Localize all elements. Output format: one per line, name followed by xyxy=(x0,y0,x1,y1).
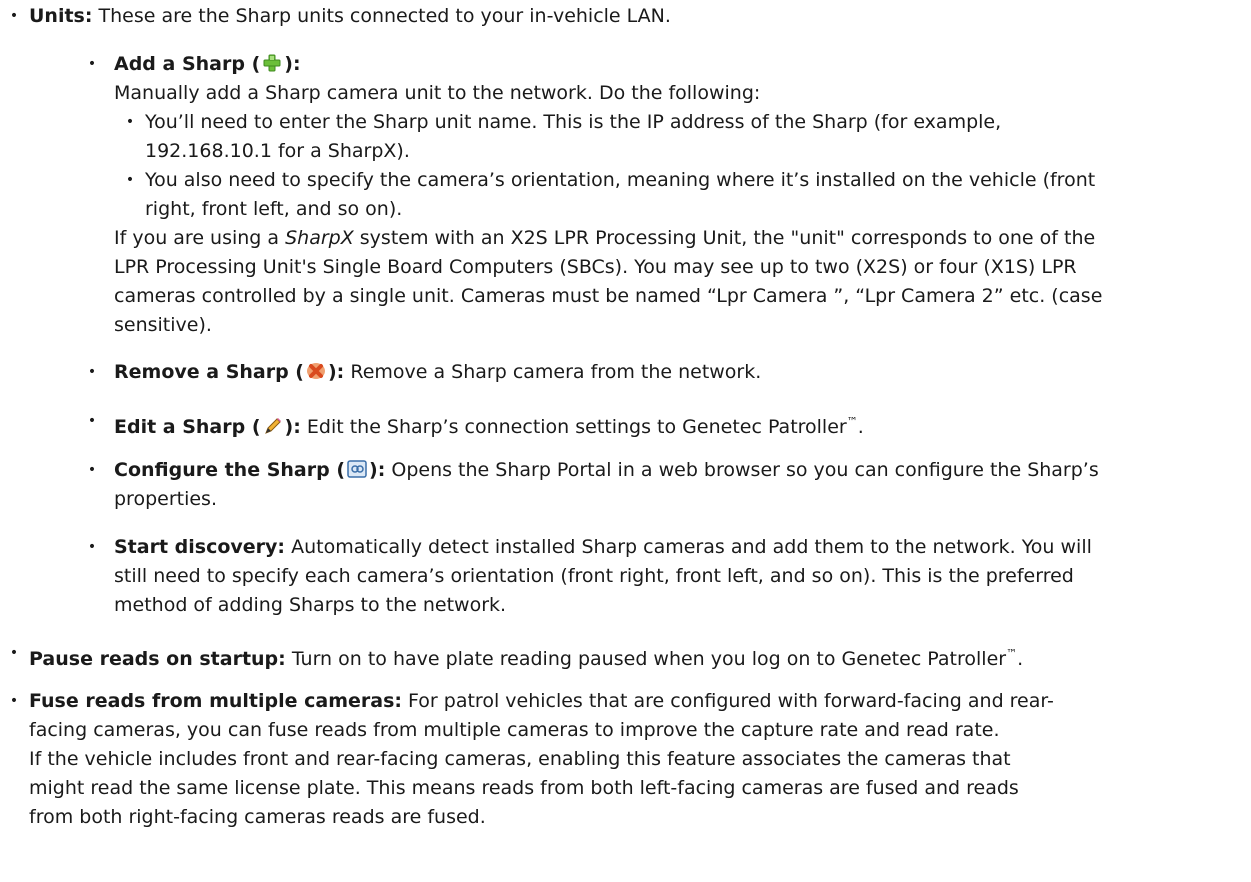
start-discovery-desc-cont2: method of adding Sharps to the network. xyxy=(114,594,507,616)
edit-sharp-term: Edit a Sharp ( xyxy=(114,416,261,438)
add-sharp-intro: Manually add a Sharp camera unit to the … xyxy=(114,82,761,104)
remove-sharp-term: Remove a Sharp ( xyxy=(114,361,304,383)
portal-icon xyxy=(347,460,367,478)
configure-sharp-term: Configure the Sharp ( xyxy=(114,459,346,481)
note-text: system with an X2S LPR Processing Unit, … xyxy=(353,227,1096,249)
sharpx-note-line2: LPR Processing Unit's Single Board Compu… xyxy=(114,256,1077,278)
add-sharp-step2: You also need to specify the camera’s or… xyxy=(145,169,1096,191)
add-sharp-term-close: ): xyxy=(284,53,301,75)
configure-sharp-item: Configure the Sharp (): Opens the Sharp … xyxy=(114,456,1099,485)
pause-reads-item: Pause reads on startup: Turn on to have … xyxy=(29,639,1023,674)
add-sharp-heading: Add a Sharp (): xyxy=(114,50,301,79)
pencil-icon xyxy=(264,418,281,434)
sharpx-note-line1: If you are using a SharpX system with an… xyxy=(114,224,1095,253)
bullet: • xyxy=(87,539,97,555)
bullet: • xyxy=(87,462,97,478)
edit-sharp-end: . xyxy=(857,416,864,438)
fuse-reads-item: Fuse reads from multiple cameras: For pa… xyxy=(29,687,1054,716)
bullet: • xyxy=(87,56,97,72)
configure-sharp-desc: Opens the Sharp Portal in a web browser … xyxy=(391,459,1099,481)
add-sharp-step1-cont: 192.168.10.1 for a SharpX). xyxy=(145,140,410,162)
note-italic: SharpX xyxy=(285,227,354,249)
remove-sharp-desc: Remove a Sharp camera from the network. xyxy=(350,361,762,383)
units-term: Units: xyxy=(29,5,93,27)
add-sharp-term: Add a Sharp ( xyxy=(114,53,261,75)
bullet: • xyxy=(87,364,97,380)
add-sharp-step2-cont: right, front left, and so on). xyxy=(145,198,403,220)
add-sharp-step1: You’ll need to enter the Sharp unit name… xyxy=(145,111,1002,133)
configure-sharp-term-close: ): xyxy=(369,459,386,481)
start-discovery-item: Start discovery: Automatically detect in… xyxy=(114,533,1092,562)
sharpx-note-line3: cameras controlled by a single unit. Cam… xyxy=(114,285,1103,307)
units-item: Units: These are the Sharp units connect… xyxy=(29,2,671,31)
remove-x-icon xyxy=(307,363,325,379)
bullet: • xyxy=(125,114,135,130)
trademark: ™ xyxy=(846,415,858,428)
fuse-reads-desc-l5: from both right-facing cameras reads are… xyxy=(29,806,486,828)
start-discovery-desc: Automatically detect installed Sharp cam… xyxy=(291,536,1092,558)
configure-sharp-desc-cont: properties. xyxy=(114,488,217,510)
start-discovery-desc-cont: still need to specify each camera’s orie… xyxy=(114,565,1074,587)
pause-reads-desc: Turn on to have plate reading paused whe… xyxy=(291,648,1007,670)
bullet: • xyxy=(125,172,135,188)
fuse-reads-desc-l3: If the vehicle includes front and rear-f… xyxy=(29,748,1011,770)
units-desc: These are the Sharp units connected to y… xyxy=(98,5,671,27)
start-discovery-term: Start discovery: xyxy=(114,536,286,558)
sharpx-note-line4: sensitive). xyxy=(114,314,212,336)
fuse-reads-desc: For patrol vehicles that are configured … xyxy=(408,690,1054,712)
trademark: ™ xyxy=(1006,647,1018,660)
bullet: • xyxy=(9,645,19,661)
pause-reads-end: . xyxy=(1017,648,1024,670)
remove-sharp-term-close: ): xyxy=(328,361,345,383)
document-page: • Units: These are the Sharp units conne… xyxy=(0,0,1251,882)
bullet: • xyxy=(9,8,19,24)
edit-sharp-desc: Edit the Sharp’s connection settings to … xyxy=(306,416,847,438)
fuse-reads-desc-l2: facing cameras, you can fuse reads from … xyxy=(29,719,1000,741)
add-plus-icon xyxy=(263,54,281,72)
pause-reads-term: Pause reads on startup: xyxy=(29,648,286,670)
remove-sharp-item: Remove a Sharp (): Remove a Sharp camera… xyxy=(114,358,761,387)
note-text: If you are using a xyxy=(114,227,286,249)
fuse-reads-term: Fuse reads from multiple cameras: xyxy=(29,690,402,712)
edit-sharp-item: Edit a Sharp (): Edit the Sharp’s connec… xyxy=(114,407,864,442)
bullet: • xyxy=(87,413,97,429)
edit-sharp-term-close: ): xyxy=(284,416,301,438)
fuse-reads-desc-l4: might read the same license plate. This … xyxy=(29,777,1019,799)
bullet: • xyxy=(9,693,19,709)
